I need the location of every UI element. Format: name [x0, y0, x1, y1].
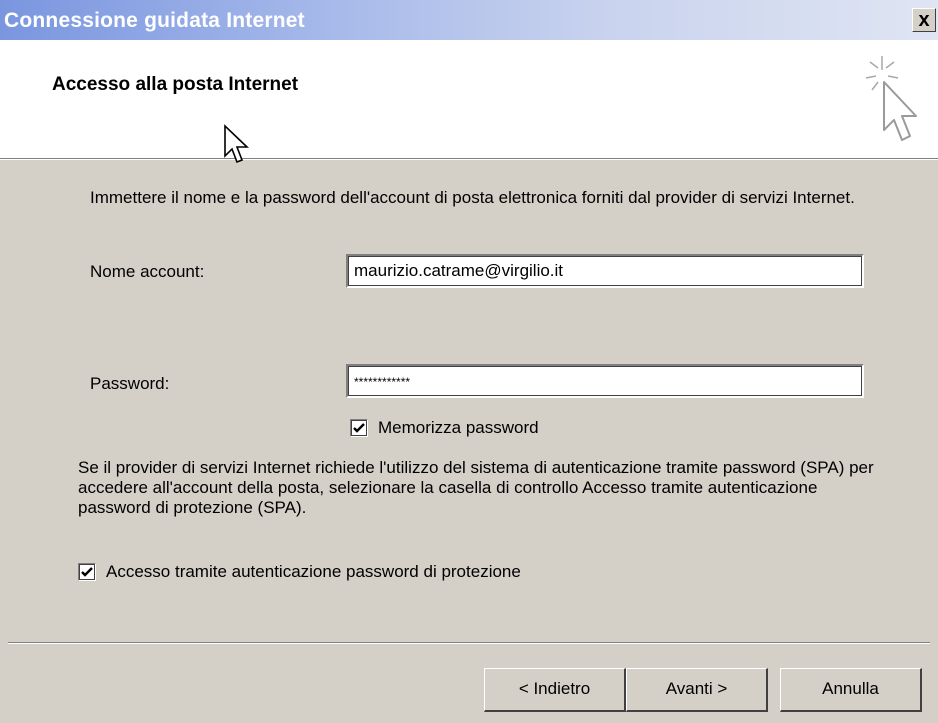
close-icon: x [918, 9, 930, 31]
next-button[interactable]: Avanti > [626, 668, 768, 712]
spa-label: Accesso tramite autenticazione password … [106, 562, 521, 581]
wizard-header: Accesso alla posta Internet [0, 40, 938, 164]
intro-text: Immettere il nome e la password dell'acc… [90, 188, 855, 207]
account-name-input[interactable]: maurizio.catrame@virgilio.it [346, 254, 864, 288]
password-label: Password: [90, 374, 170, 393]
password-input[interactable]: ************ [346, 364, 864, 398]
wizard-sparkle-cursor-icon [865, 56, 917, 141]
remember-password-checkbox[interactable]: Memorizza password [350, 418, 539, 438]
spa-checkbox[interactable]: Accesso tramite autenticazione password … [78, 562, 521, 582]
spa-check[interactable] [78, 563, 96, 581]
spa-info-text: Se il provider di servizi Internet richi… [78, 458, 874, 517]
title-bar: Connessione guidata Internet x [0, 0, 938, 40]
wizard-content: Immettere il nome e la password dell'acc… [0, 160, 938, 640]
account-label: Nome account: [90, 262, 205, 281]
cancel-button[interactable]: Annulla [780, 668, 922, 712]
checkmark-icon [353, 423, 365, 433]
window-title: Connessione guidata Internet [4, 9, 305, 32]
remember-password-label: Memorizza password [378, 418, 539, 437]
footer-divider [8, 642, 930, 644]
wizard-window: Connessione guidata Internet x Accesso a… [0, 0, 938, 723]
page-title: Accesso alla posta Internet [52, 74, 299, 95]
remember-password-check[interactable] [350, 419, 368, 437]
checkmark-icon [81, 567, 93, 577]
close-button[interactable]: x [912, 8, 936, 32]
back-button[interactable]: < Indietro [484, 668, 626, 712]
